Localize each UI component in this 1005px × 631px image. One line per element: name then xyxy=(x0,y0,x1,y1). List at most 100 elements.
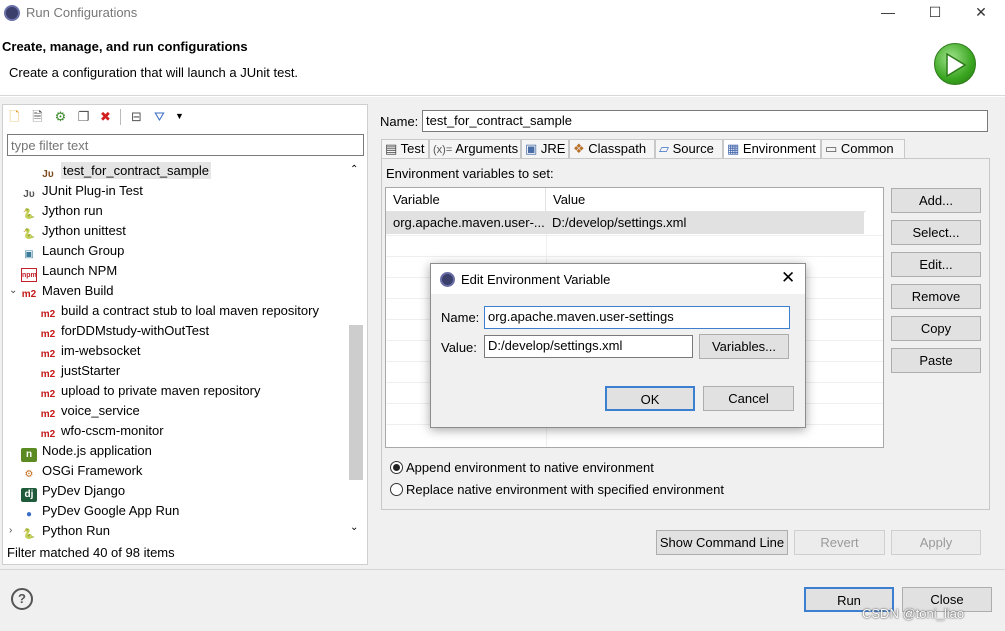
add-button[interactable]: Add... xyxy=(891,188,981,213)
m2-icon: m2 xyxy=(40,328,56,342)
tab-environment[interactable]: ▦ Environment xyxy=(723,139,821,159)
tree-item[interactable]: m2 justStarter xyxy=(7,361,347,382)
maximize-button[interactable]: ☐ xyxy=(919,3,951,23)
tree-item[interactable]: ▣ Launch Group xyxy=(7,241,347,262)
tree-item[interactable]: npm Launch NPM xyxy=(7,261,347,282)
filter-status: Filter matched 40 of 98 items xyxy=(7,545,175,560)
window-title: Run Configurations xyxy=(26,5,138,20)
filter-input[interactable] xyxy=(7,134,364,156)
delete-config-icon[interactable]: ✖ xyxy=(97,108,114,125)
paste-button[interactable]: Paste xyxy=(891,348,981,373)
tab-common[interactable]: ▭ Common xyxy=(821,139,905,159)
filter-menu-chevron-icon[interactable]: ▼ xyxy=(171,108,188,125)
new-prototype-icon[interactable]: 🗎 xyxy=(29,108,46,125)
tree-item[interactable]: dj PyDev Django xyxy=(7,481,347,502)
expand-chevron-icon[interactable]: ⌄ xyxy=(9,281,17,301)
remove-button[interactable]: Remove xyxy=(891,284,981,309)
tree-item-label: Node.js application xyxy=(42,443,152,458)
show-command-line-button[interactable]: Show Command Line xyxy=(656,530,788,555)
tree-item-label: PyDev Google App Run xyxy=(42,503,180,518)
append-env-label: Append environment to native environment xyxy=(406,460,654,475)
env-row-variable: org.apache.maven.user-... xyxy=(393,215,545,230)
export-config-icon[interactable]: ⚙ xyxy=(52,108,69,125)
tree-item-label: PyDev Django xyxy=(42,483,126,498)
tree-item-label: upload to private maven repository xyxy=(61,383,261,398)
column-header-variable[interactable]: Variable xyxy=(386,188,546,212)
run-banner-icon xyxy=(934,43,976,85)
edit-env-variable-dialog: Edit Environment Variable ✕ Name: org.ap… xyxy=(430,263,806,428)
tree-item[interactable]: 🐍 Jython unittest xyxy=(7,221,347,242)
tab-jre[interactable]: ▣ JRE xyxy=(521,139,569,159)
config-name-input[interactable]: test_for_contract_sample xyxy=(422,110,988,132)
tree-item[interactable]: n Node.js application xyxy=(7,441,347,462)
help-icon[interactable]: ? xyxy=(11,588,33,610)
env-name-input[interactable]: org.apache.maven.user-settings xyxy=(484,306,790,329)
tree-item[interactable]: Jᴜ test_for_contract_sample xyxy=(7,161,347,182)
append-env-radio[interactable]: Append environment to native environment xyxy=(390,460,654,475)
tab-arguments[interactable]: (x)= Arguments xyxy=(429,139,521,159)
ok-button[interactable]: OK xyxy=(605,386,695,411)
select-button[interactable]: Select... xyxy=(891,220,981,245)
config-tree: Jᴜ test_for_contract_sample Jᴜ JUnit Plug-i… xyxy=(7,161,347,542)
tree-item[interactable]: ⌄ m2 Maven Build xyxy=(7,281,347,302)
filter-icon[interactable]: ⛛ xyxy=(151,108,168,125)
tab-test[interactable]: ▤ Test xyxy=(381,139,429,159)
tree-item-label: Python Run xyxy=(42,523,110,538)
new-config-icon[interactable]: 🗋 xyxy=(6,108,23,125)
tree-item[interactable]: ● PyDev Google App Run xyxy=(7,501,347,522)
tree-item[interactable]: m2 build a contract stub to loal maven re… xyxy=(7,301,347,322)
tree-item[interactable]: ⚙ OSGi Framework xyxy=(7,461,347,482)
table-row[interactable]: org.apache.maven.user-... D:/develop/set… xyxy=(386,212,864,234)
m2-icon: m2 xyxy=(40,428,56,442)
title-bar xyxy=(0,0,1005,26)
env-value-input[interactable]: D:/develop/settings.xml xyxy=(484,335,693,358)
apply-button[interactable]: Apply xyxy=(891,530,981,555)
tree-item-label: build a contract stub to loal maven repo… xyxy=(61,303,319,318)
jython-icon: 🐍 xyxy=(21,228,37,242)
variables-button[interactable]: Variables... xyxy=(699,334,789,359)
header-description: Create a configuration that will launch … xyxy=(9,65,299,80)
tree-item[interactable]: m2 im-websocket xyxy=(7,341,347,362)
tree-item-label: Jython unittest xyxy=(42,223,126,238)
tree-item-label: OSGi Framework xyxy=(42,463,143,478)
dialog-close-icon[interactable]: ✕ xyxy=(781,268,795,288)
grid-line xyxy=(386,235,883,236)
osgi-icon: ⚙ xyxy=(21,468,37,482)
env-vars-label: Environment variables to set: xyxy=(386,166,554,181)
tree-item-label: forDDMstudy-withOutTest xyxy=(61,323,210,338)
scroll-up-icon[interactable]: ⌃ xyxy=(350,164,358,175)
tab-source[interactable]: ▱ Source xyxy=(655,139,723,159)
m2-icon: m2 xyxy=(40,348,56,362)
m2-icon: m2 xyxy=(40,368,56,382)
tree-item-label: voice_service xyxy=(61,403,140,418)
tree-item[interactable]: Jᴜ JUnit Plug-in Test xyxy=(7,181,347,202)
revert-button[interactable]: Revert xyxy=(794,530,885,555)
tree-item[interactable]: m2 upload to private maven repository xyxy=(7,381,347,402)
cancel-button[interactable]: Cancel xyxy=(703,386,794,411)
copy-button[interactable]: Copy xyxy=(891,316,981,341)
close-window-button[interactable]: ✕ xyxy=(965,3,997,23)
junit-icon: Jᴜ xyxy=(40,168,56,182)
tree-item[interactable]: 🐍 Jython run xyxy=(7,201,347,222)
column-header-value[interactable]: Value xyxy=(546,188,866,212)
minimize-button[interactable]: — xyxy=(872,3,904,23)
eclipse-dialog-icon xyxy=(440,272,455,287)
tree-item-label: Launch Group xyxy=(42,243,125,258)
replace-env-radio[interactable]: Replace native environment with specifie… xyxy=(390,482,724,497)
tree-item[interactable]: › 🐍 Python Run xyxy=(7,521,347,542)
scroll-down-icon[interactable]: ⌄ xyxy=(350,522,358,533)
radio-unselected-icon xyxy=(390,483,403,496)
tab-classpath[interactable]: ❖ Classpath xyxy=(569,139,655,159)
tree-item[interactable]: m2 voice_service xyxy=(7,401,347,422)
collapse-chevron-icon[interactable]: › xyxy=(9,521,12,541)
collapse-all-icon[interactable]: ⊟ xyxy=(128,108,145,125)
tree-item[interactable]: m2 forDDMstudy-withOutTest xyxy=(7,321,347,342)
header-title: Create, manage, and run configurations xyxy=(2,39,248,54)
tree-item[interactable]: m2 wfo-cscm-monitor xyxy=(7,421,347,442)
nodejs-icon: n xyxy=(21,448,37,462)
grid-line xyxy=(386,256,883,257)
env-row-value: D:/develop/settings.xml xyxy=(552,215,687,230)
duplicate-config-icon[interactable]: ❐ xyxy=(75,108,92,125)
scrollbar-thumb[interactable] xyxy=(349,325,363,480)
edit-button[interactable]: Edit... xyxy=(891,252,981,277)
